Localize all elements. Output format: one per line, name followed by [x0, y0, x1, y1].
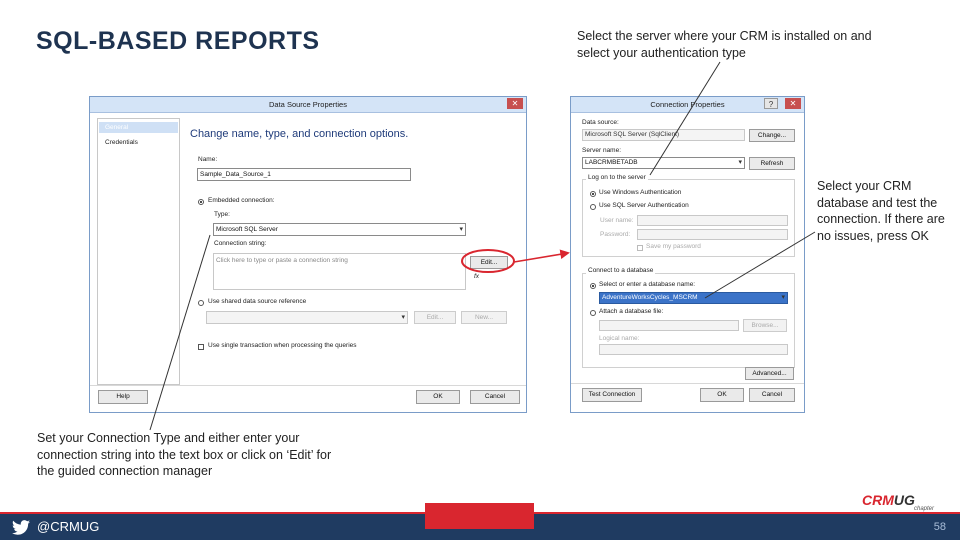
logo-crm-text: CRM [862, 492, 894, 508]
edit-button-highlight [461, 249, 515, 273]
page-number: 58 [933, 521, 946, 533]
twitter-handle: @CRMUG [37, 519, 100, 534]
logo-subtitle: chapter [914, 506, 935, 512]
twitter-icon [12, 520, 30, 535]
callout-line-right [704, 231, 816, 299]
logo-ug-text: UG [893, 492, 915, 508]
crmug-logo: CRMUG [862, 492, 915, 508]
arrow-to-dsp-edit [513, 249, 570, 263]
footer-red-block [425, 503, 534, 529]
callout-arrows [149, 61, 816, 431]
callout-line-bottom [149, 234, 211, 431]
callout-line-top [649, 61, 721, 176]
